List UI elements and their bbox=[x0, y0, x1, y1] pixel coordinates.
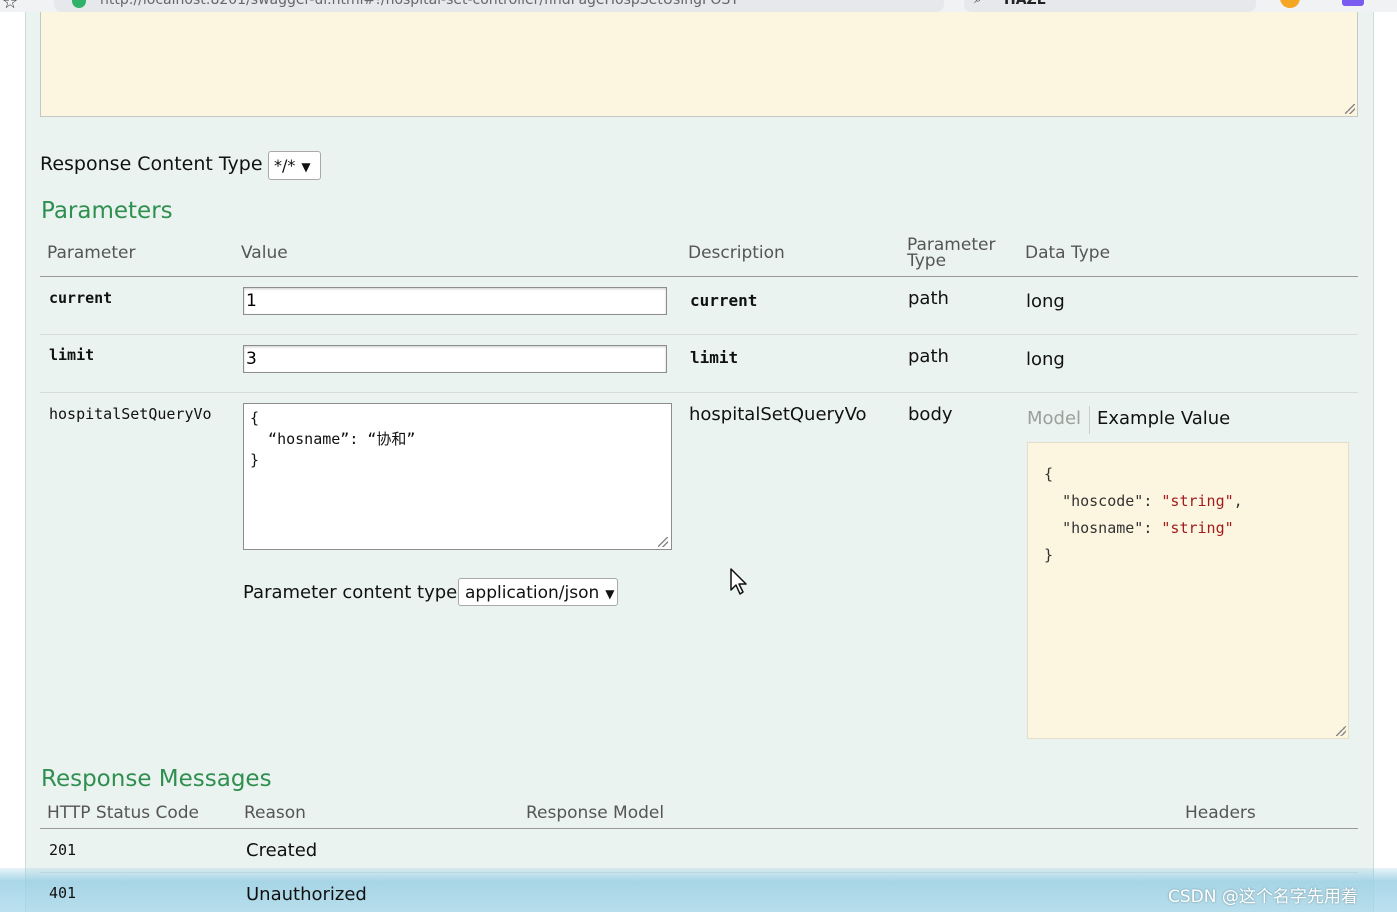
col-header-value: Value bbox=[241, 243, 288, 263]
browser-search-box[interactable]: ⌕ HAZL bbox=[964, 0, 1256, 12]
response-content-type-select[interactable]: */* ▼ bbox=[268, 151, 321, 180]
address-bar-text: http://localhost:8201/swagger-ui.html#!/… bbox=[100, 0, 739, 8]
col-header-parameter-type-line2: Type bbox=[907, 251, 947, 271]
data-type-current: long bbox=[1026, 291, 1065, 312]
example-open-brace: { bbox=[1044, 465, 1054, 483]
mouse-cursor-icon bbox=[730, 568, 747, 595]
param-type-hospitalsetqueryvo: body bbox=[908, 404, 953, 425]
example-value-box[interactable]: { "hoscode": "string", "hosname": "strin… bbox=[1027, 442, 1349, 739]
col-header-parameter: Parameter bbox=[47, 243, 136, 263]
browser-search-text: HAZL bbox=[1004, 0, 1046, 8]
response-body-textarea[interactable] bbox=[40, 12, 1358, 117]
response-header-divider bbox=[40, 828, 1358, 829]
param-name-current: current bbox=[49, 289, 113, 307]
resize-handle-icon[interactable] bbox=[658, 537, 668, 547]
hospitalsetqueryvo-textarea[interactable]: { “hosname”: “协和” } bbox=[243, 403, 672, 550]
search-icon: ⌕ bbox=[974, 0, 982, 7]
limit-input[interactable] bbox=[243, 345, 667, 373]
dropdown-arrow-icon: ▼ bbox=[605, 587, 615, 601]
col-header-response-model: Response Model bbox=[526, 803, 665, 823]
secure-shield-icon bbox=[72, 0, 86, 8]
col-header-parameter-type: Parameter Type bbox=[907, 237, 995, 271]
param-description-current: current bbox=[690, 291, 758, 310]
status-code-401: 401 bbox=[49, 884, 77, 902]
resize-handle-icon[interactable] bbox=[1345, 104, 1355, 114]
reason-201: Created bbox=[246, 840, 318, 861]
parameters-header-divider bbox=[40, 276, 1358, 277]
col-header-reason: Reason bbox=[244, 803, 306, 823]
example-key-hoscode: "hoscode" bbox=[1062, 492, 1144, 510]
response-messages-heading: Response Messages bbox=[41, 766, 272, 792]
param-description-hospitalsetqueryvo: hospitalSetQueryVo bbox=[689, 404, 867, 425]
col-header-status-code: HTTP Status Code bbox=[47, 803, 200, 823]
extension-shield-icon[interactable] bbox=[1280, 0, 1300, 8]
param-name-hospitalsetqueryvo: hospitalSetQueryVo bbox=[49, 405, 212, 423]
extension-icon[interactable] bbox=[1342, 0, 1364, 6]
param-type-limit: path bbox=[908, 346, 949, 367]
col-header-description: Description bbox=[688, 243, 785, 263]
parameter-content-type-value: application/json bbox=[465, 583, 600, 603]
data-type-limit: long bbox=[1026, 349, 1065, 370]
param-type-current: path bbox=[908, 288, 949, 309]
bookmark-star-icon[interactable]: ☆ bbox=[2, 0, 18, 12]
parameter-content-type-label: Parameter content type: bbox=[243, 582, 464, 603]
reason-401: Unauthorized bbox=[246, 884, 367, 905]
resize-handle-icon[interactable] bbox=[1336, 726, 1346, 736]
response-content-type-value: */* bbox=[274, 156, 296, 175]
example-value-hoscode: "string" bbox=[1161, 492, 1234, 510]
param-name-limit: limit bbox=[49, 346, 95, 364]
row-divider bbox=[40, 392, 1358, 393]
csdn-watermark: CSDN @这个名字先用着 bbox=[1168, 887, 1358, 907]
tab-model[interactable]: Model bbox=[1027, 408, 1081, 429]
example-value-hosname: "string" bbox=[1161, 519, 1234, 537]
example-close-brace: } bbox=[1044, 546, 1054, 564]
dropdown-arrow-icon: ▼ bbox=[301, 160, 311, 174]
current-input[interactable] bbox=[243, 287, 667, 315]
col-header-headers: Headers bbox=[1185, 803, 1256, 823]
tab-divider bbox=[1089, 406, 1090, 434]
browser-toolbar: ☆ http://localhost:8201/swagger-ui.html#… bbox=[0, 0, 1397, 12]
param-description-limit: limit bbox=[690, 348, 739, 367]
parameters-heading: Parameters bbox=[41, 198, 173, 224]
tab-example-value[interactable]: Example Value bbox=[1097, 408, 1230, 429]
response-content-type-label: Response Content Type bbox=[40, 153, 263, 175]
address-bar[interactable]: http://localhost:8201/swagger-ui.html#!/… bbox=[54, 0, 944, 12]
status-code-201: 201 bbox=[49, 841, 77, 859]
parameter-content-type-select[interactable]: application/json ▼ bbox=[458, 578, 618, 606]
row-divider bbox=[40, 334, 1358, 335]
example-key-hosname: "hosname" bbox=[1062, 519, 1144, 537]
col-header-data-type: Data Type bbox=[1025, 243, 1111, 263]
